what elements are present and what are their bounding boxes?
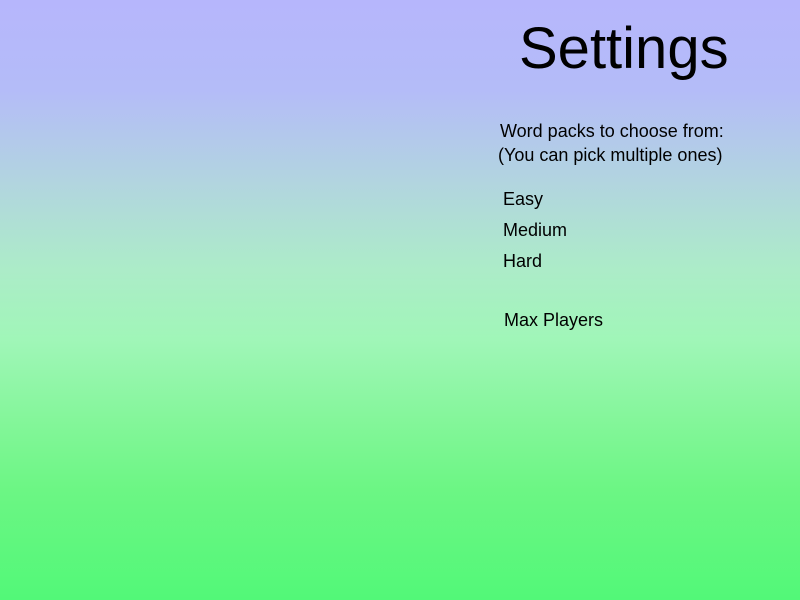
max-players-option[interactable]: Max Players [502,308,605,332]
word-packs-heading: Word packs to choose from: (You can pick… [498,119,724,167]
word-pack-option-easy[interactable]: Easy [501,187,545,211]
settings-panel: Settings Word packs to choose from: (You… [495,0,795,600]
page-title: Settings [519,16,729,81]
word-packs-heading-line1: Word packs to choose from: [500,121,724,141]
word-pack-option-hard[interactable]: Hard [501,249,544,273]
word-pack-option-medium[interactable]: Medium [501,218,569,242]
word-packs-heading-line2: (You can pick multiple ones) [498,145,723,165]
settings-screen: { "page": { "title": "Settings" }, "word… [0,0,800,600]
